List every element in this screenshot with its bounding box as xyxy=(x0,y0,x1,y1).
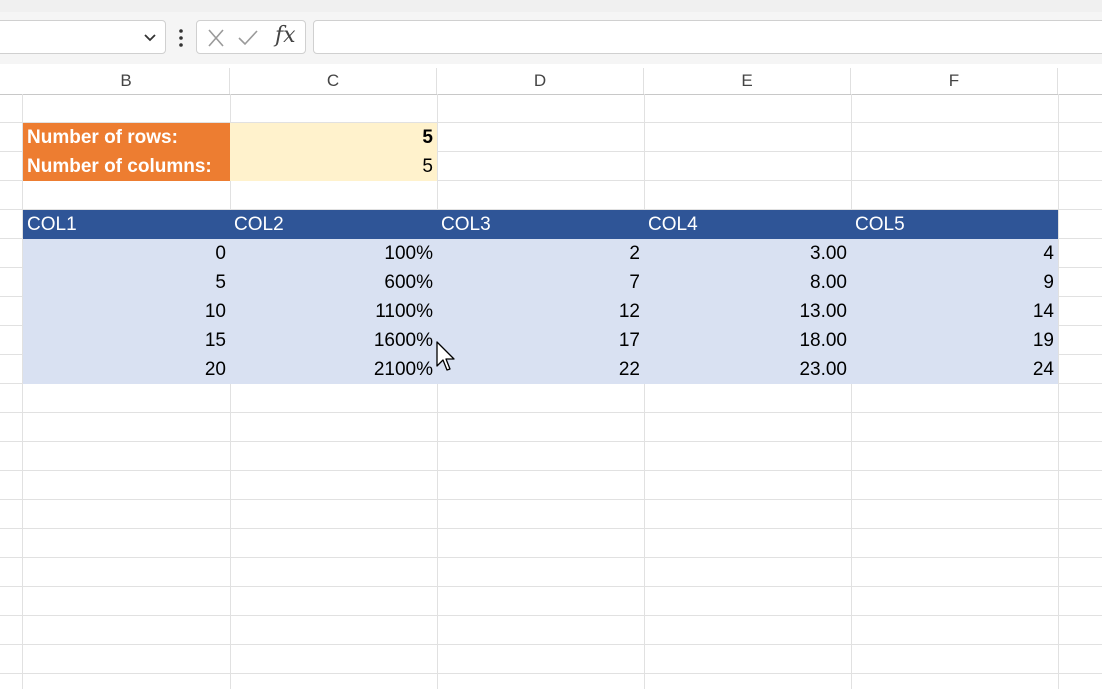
insert-function-button[interactable]: fx xyxy=(275,23,296,48)
rows-label[interactable]: Number of rows: xyxy=(23,123,230,152)
table-cell[interactable]: 12 xyxy=(437,297,644,326)
table-cell[interactable]: 10 xyxy=(23,297,230,326)
table-header-col4[interactable]: COL4 xyxy=(644,210,851,239)
table-cell[interactable]: 4 xyxy=(851,239,1058,268)
chevron-down-icon[interactable] xyxy=(143,30,157,44)
column-header-c[interactable]: C xyxy=(230,68,437,94)
enter-check-icon[interactable] xyxy=(237,28,259,48)
table-cell[interactable]: 7 xyxy=(437,268,644,297)
worksheet-grid[interactable] xyxy=(0,94,1102,689)
formula-actions: fx xyxy=(196,20,306,54)
cancel-icon[interactable] xyxy=(205,28,227,48)
name-box[interactable] xyxy=(0,20,166,54)
column-header-d[interactable]: D xyxy=(437,68,644,94)
table-cell[interactable]: 15 xyxy=(23,326,230,355)
table-cell[interactable]: 600% xyxy=(230,268,437,297)
table-cell[interactable]: 19 xyxy=(851,326,1058,355)
column-header-b[interactable]: B xyxy=(23,68,230,94)
formula-input[interactable] xyxy=(313,20,1102,54)
table-cell[interactable]: 3.00 xyxy=(644,239,851,268)
table-cell[interactable]: 2 xyxy=(437,239,644,268)
table-header-col1[interactable]: COL1 xyxy=(23,210,230,239)
columns-label[interactable]: Number of columns: xyxy=(23,152,230,181)
mouse-pointer-icon xyxy=(436,341,455,371)
columns-value-cell[interactable]: 5 xyxy=(230,152,437,181)
table-cell[interactable]: 24 xyxy=(851,355,1058,384)
table-cell[interactable]: 23.00 xyxy=(644,355,851,384)
table-header-col3[interactable]: COL3 xyxy=(437,210,644,239)
table-cell[interactable]: 1100% xyxy=(230,297,437,326)
formula-bar: fx xyxy=(0,12,1102,64)
table-cell[interactable]: 8.00 xyxy=(644,268,851,297)
table-cell[interactable]: 0 xyxy=(23,239,230,268)
table-cell[interactable]: 2100% xyxy=(230,355,437,384)
table-cell[interactable]: 18.00 xyxy=(644,326,851,355)
rows-value-cell[interactable]: 5 xyxy=(230,123,437,152)
table-cell[interactable]: 100% xyxy=(230,239,437,268)
column-header-f[interactable]: F xyxy=(851,68,1058,94)
table-cell[interactable]: 9 xyxy=(851,268,1058,297)
table-cell[interactable]: 5 xyxy=(23,268,230,297)
table-cell[interactable]: 22 xyxy=(437,355,644,384)
column-header-row: B C D E F xyxy=(0,68,1102,95)
table-header-col5[interactable]: COL5 xyxy=(851,210,1058,239)
table-cell[interactable]: 17 xyxy=(437,326,644,355)
table-cell[interactable]: 20 xyxy=(23,355,230,384)
table-cell[interactable]: 1600% xyxy=(230,326,437,355)
column-header-e[interactable]: E xyxy=(644,68,851,94)
table-cell[interactable]: 13.00 xyxy=(644,297,851,326)
table-header-col2[interactable]: COL2 xyxy=(230,210,437,239)
more-options-icon[interactable] xyxy=(176,27,186,49)
table-cell[interactable]: 14 xyxy=(851,297,1058,326)
